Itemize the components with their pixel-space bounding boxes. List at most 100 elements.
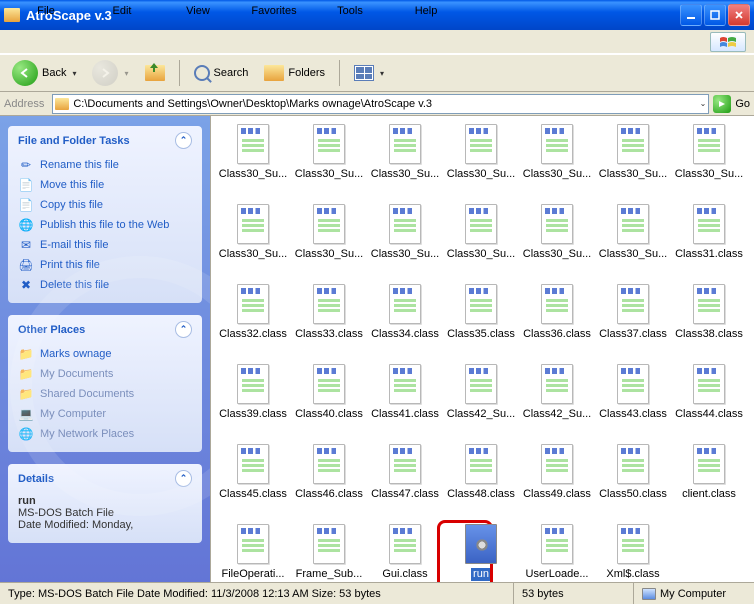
file-item[interactable]: Class30_Su... xyxy=(215,204,291,280)
address-label: Address xyxy=(4,98,48,110)
computer-icon xyxy=(642,588,656,600)
file-item[interactable]: Class30_Su... xyxy=(671,124,747,200)
file-item[interactable]: Class30_Su... xyxy=(291,204,367,280)
class-file-icon xyxy=(541,204,573,244)
task-label: Rename this file xyxy=(40,159,119,171)
file-item[interactable]: Class35.class xyxy=(443,284,519,360)
file-item[interactable]: Class36.class xyxy=(519,284,595,360)
file-label: Class36.class xyxy=(523,328,591,341)
file-item[interactable]: Class37.class xyxy=(595,284,671,360)
place-item[interactable]: 🌐 My Network Places xyxy=(18,424,192,444)
file-item[interactable]: Class32.class xyxy=(215,284,291,360)
places-title: Other Places xyxy=(18,324,85,336)
task-item[interactable]: 🌐Publish this file to the Web xyxy=(18,215,192,235)
menu-tools[interactable]: Tools xyxy=(312,2,388,78)
file-item[interactable]: Class46.class xyxy=(291,444,367,520)
file-item[interactable]: Class30_Su... xyxy=(367,204,443,280)
file-item[interactable]: Class30_Su... xyxy=(443,204,519,280)
file-label: Class30_Su... xyxy=(295,168,363,181)
file-label: Class33.class xyxy=(295,328,363,341)
file-item[interactable]: Class42_Su... xyxy=(443,364,519,440)
go-button[interactable] xyxy=(713,95,731,113)
file-item[interactable]: client.class xyxy=(671,444,747,520)
file-item[interactable]: Class33.class xyxy=(291,284,367,360)
maximize-button[interactable] xyxy=(704,4,726,26)
file-item[interactable]: Class30_Su... xyxy=(519,204,595,280)
task-label: Move this file xyxy=(40,179,104,191)
file-item[interactable]: Class30_Su... xyxy=(519,124,595,200)
windows-logo-icon xyxy=(710,32,746,52)
file-item[interactable]: Class34.class xyxy=(367,284,443,360)
collapse-icon: ⌃ xyxy=(175,470,192,487)
file-label: FileOperati... xyxy=(222,568,285,581)
task-item[interactable]: 📄 Move this file xyxy=(18,175,192,195)
class-file-icon xyxy=(617,124,649,164)
close-button[interactable] xyxy=(728,4,750,26)
tasks-header[interactable]: File and Folder Tasks ⌃ xyxy=(8,126,202,153)
place-item[interactable]: 📁My Documents xyxy=(18,364,192,384)
task-item[interactable]: ✏Rename this file xyxy=(18,155,192,175)
file-item[interactable]: Xml$.class xyxy=(595,524,671,582)
task-icon: 📄 xyxy=(18,177,34,193)
details-header[interactable]: Details ⌃ xyxy=(8,464,202,491)
file-item[interactable]: Class30_Su... xyxy=(215,124,291,200)
place-label: My Network Places xyxy=(40,428,134,440)
file-item[interactable]: Class30_Su... xyxy=(595,204,671,280)
place-icon: 🌐 xyxy=(18,426,34,442)
status-bar: Type: MS-DOS Batch File Date Modified: 1… xyxy=(0,582,754,604)
file-item[interactable]: Class45.class xyxy=(215,444,291,520)
file-item[interactable]: Class30_Su... xyxy=(291,124,367,200)
class-file-icon xyxy=(465,444,497,484)
file-item[interactable]: UserLoade... xyxy=(519,524,595,582)
collapse-icon: ⌃ xyxy=(175,132,192,149)
file-item[interactable]: Class43.class xyxy=(595,364,671,440)
chevron-down-icon[interactable]: ⌄ xyxy=(700,99,707,108)
class-file-icon xyxy=(313,444,345,484)
place-icon: 📁 xyxy=(18,366,34,382)
file-item[interactable]: Class30_Su... xyxy=(443,124,519,200)
place-item[interactable]: 📁Shared Documents xyxy=(18,384,192,404)
file-label: Class49.class xyxy=(523,488,591,501)
collapse-icon: ⌃ xyxy=(175,321,192,338)
forward-button[interactable]: ▾ xyxy=(86,57,134,89)
address-field[interactable]: C:\Documents and Settings\Owner\Desktop\… xyxy=(52,94,709,114)
file-item[interactable]: Frame_Sub... xyxy=(291,524,367,582)
menu-file[interactable]: File xyxy=(8,2,84,78)
file-label: Xml$.class xyxy=(606,568,659,581)
task-label: Delete this file xyxy=(40,279,109,291)
task-item[interactable]: ✉E-mail this file xyxy=(18,235,192,255)
file-item[interactable]: Class39.class xyxy=(215,364,291,440)
file-item[interactable]: Class31.class xyxy=(671,204,747,280)
file-item[interactable]: Class48.class xyxy=(443,444,519,520)
task-item[interactable]: 📄Copy this file xyxy=(18,195,192,215)
menu-favorites[interactable]: Favorites xyxy=(236,2,312,78)
minimize-button[interactable] xyxy=(680,4,702,26)
places-header[interactable]: Other Places ⌃ xyxy=(8,315,202,342)
file-item[interactable]: Class30_Su... xyxy=(595,124,671,200)
file-item[interactable]: Gui.class xyxy=(367,524,443,582)
place-label: Marks ownage xyxy=(40,348,112,360)
file-item[interactable]: Class38.class xyxy=(671,284,747,360)
place-item[interactable]: 📁 Marks ownage xyxy=(18,344,192,364)
menu-help[interactable]: Help xyxy=(388,2,464,78)
file-label: Class41.class xyxy=(371,408,439,421)
file-label: Class32.class xyxy=(219,328,287,341)
place-icon: 📁 xyxy=(18,346,34,362)
place-item[interactable]: 💻My Computer xyxy=(18,404,192,424)
file-item[interactable]: Class40.class xyxy=(291,364,367,440)
file-label: Class30_Su... xyxy=(371,248,439,261)
file-item[interactable]: Class30_Su... xyxy=(367,124,443,200)
file-item[interactable]: Class47.class xyxy=(367,444,443,520)
task-item[interactable]: ✖Delete this file xyxy=(18,275,192,295)
file-label: Class30_Su... xyxy=(447,248,515,261)
details-title: Details xyxy=(18,473,54,485)
file-area[interactable]: Class30_Su...Class30_Su...Class30_Su...C… xyxy=(210,116,754,582)
file-item[interactable]: FileOperati... xyxy=(215,524,291,582)
file-item[interactable]: Class41.class xyxy=(367,364,443,440)
file-item[interactable]: Class49.class xyxy=(519,444,595,520)
file-item[interactable]: Class42_Su... xyxy=(519,364,595,440)
file-item[interactable]: run xyxy=(443,524,519,582)
task-item[interactable]: 🖨Print this file xyxy=(18,255,192,275)
file-item[interactable]: Class50.class xyxy=(595,444,671,520)
file-item[interactable]: Class44.class xyxy=(671,364,747,440)
